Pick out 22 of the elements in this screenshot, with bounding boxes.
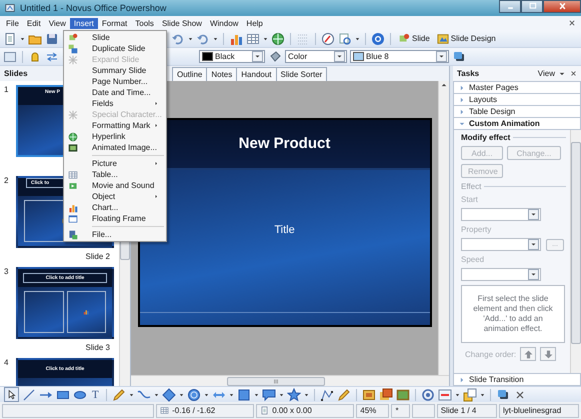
field-label: Start bbox=[461, 195, 479, 204]
slide-subtitle: Title bbox=[274, 224, 295, 236]
field-label: Speed bbox=[461, 255, 486, 264]
slide-label: Slide 2 bbox=[86, 252, 111, 261]
size-field: 0.00 x 0.00 bbox=[256, 404, 354, 418]
slide-number: 3 bbox=[4, 267, 10, 278]
group-title: Modify effect bbox=[461, 133, 510, 142]
slide-indicator: Slide 1 / 4 bbox=[436, 404, 497, 418]
hint-text: First select the slide element and then click 'Add...' to add an animation effect. bbox=[461, 285, 565, 343]
modified-indicator: * bbox=[391, 404, 410, 418]
layout-name: lyt-bluelinesgrad bbox=[498, 404, 579, 418]
position-field: -0.16 / -1.62 bbox=[156, 404, 254, 418]
slide-number: 4 bbox=[4, 358, 10, 369]
slide-title: New Product bbox=[238, 135, 330, 152]
slide-label: Slide 3 bbox=[86, 343, 111, 352]
group-title: Effect bbox=[461, 182, 482, 191]
window-title: Untitled 1 - Novus Office Powershow bbox=[20, 3, 168, 13]
slide-number: 1 bbox=[4, 85, 10, 96]
field-label: Property bbox=[461, 225, 492, 234]
change-order-label: Change order: bbox=[465, 350, 516, 358]
slide-number: 2 bbox=[4, 176, 10, 187]
panel-title: Tasks bbox=[457, 69, 480, 78]
